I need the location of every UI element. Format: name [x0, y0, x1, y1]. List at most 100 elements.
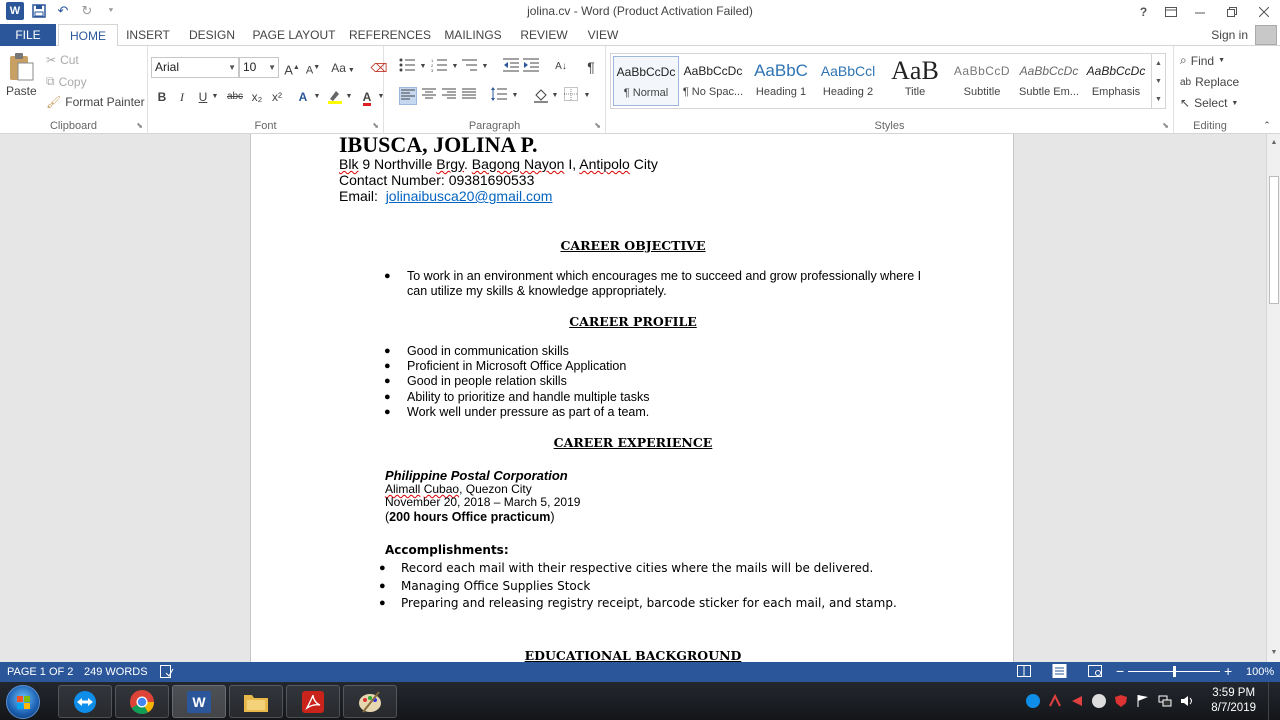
increase-indent-icon[interactable]	[522, 58, 540, 76]
zoom-slider-thumb[interactable]	[1173, 666, 1176, 677]
redo-icon[interactable]: ↻	[78, 2, 96, 20]
taskbar-app-explorer[interactable]	[229, 685, 283, 718]
multilevel-dropdown-icon[interactable]: ▼	[476, 58, 494, 76]
taskbar-app-teamviewer[interactable]	[58, 685, 112, 718]
bold-button[interactable]: B	[153, 88, 171, 106]
tab-review[interactable]: REVIEW	[514, 24, 574, 46]
restore-icon[interactable]	[1216, 0, 1248, 24]
network-icon[interactable]	[1158, 694, 1172, 708]
sort-icon[interactable]: A↓	[552, 58, 570, 76]
gallery-down-icon[interactable]: ▼	[1155, 78, 1162, 85]
tab-design[interactable]: DESIGN	[184, 24, 240, 46]
show-desktop-button[interactable]	[1268, 682, 1280, 720]
web-layout-icon[interactable]	[1088, 665, 1102, 680]
underline-dropdown-icon[interactable]: ▼	[206, 88, 224, 106]
style-normal[interactable]: AaBbCcDc ¶ Normal	[613, 56, 679, 106]
style-title[interactable]: AaB Title	[882, 56, 948, 106]
page-count[interactable]: PAGE 1 OF 2	[7, 666, 73, 678]
print-layout-icon[interactable]	[1052, 664, 1068, 681]
style-heading-1[interactable]: AaBbC Heading 1	[748, 56, 814, 106]
tab-mailings[interactable]: MAILINGS	[440, 24, 506, 46]
tab-view[interactable]: VIEW	[580, 24, 626, 46]
strikethrough-button[interactable]: abc	[224, 88, 246, 106]
grow-font-button[interactable]: A▲	[283, 59, 301, 77]
text-effects-dropdown-icon[interactable]: ▼	[308, 88, 326, 106]
find-button[interactable]: ⌕ Find ▼	[1180, 53, 1225, 68]
tab-file[interactable]: FILE	[0, 24, 56, 46]
style-subtitle[interactable]: AaBbCcD Subtitle	[949, 56, 1015, 106]
font-name-dropdown-icon[interactable]: ▼	[228, 58, 236, 77]
align-left-icon[interactable]	[399, 87, 417, 105]
zoom-out-button[interactable]: −	[1116, 663, 1124, 679]
avatar[interactable]	[1255, 25, 1277, 45]
start-button[interactable]	[6, 685, 40, 719]
copy-button[interactable]: ⧉ Copy	[46, 74, 87, 89]
word-count[interactable]: 249 WORDS	[84, 666, 148, 678]
font-size-box[interactable]: 10 ▼	[239, 57, 279, 78]
gallery-up-icon[interactable]: ▲	[1155, 60, 1162, 67]
show-formatting-marks-icon[interactable]: ¶	[582, 58, 600, 76]
format-painter-button[interactable]: 🖌 Format Painter	[46, 95, 145, 109]
superscript-button[interactable]: x²	[268, 88, 286, 106]
replace-button[interactable]: ab Replace	[1180, 75, 1239, 89]
collapse-ribbon-icon[interactable]: ⌃	[1258, 116, 1276, 134]
ribbon-display-options-icon[interactable]	[1157, 0, 1184, 24]
taskbar-app-acrobat[interactable]	[286, 685, 340, 718]
help-button[interactable]: ?	[1130, 0, 1157, 24]
taskbar-app-chrome[interactable]	[115, 685, 169, 718]
style-emphasis[interactable]: AaBbCcDc Emphasis	[1083, 56, 1149, 106]
tray-arrow-icon[interactable]	[1070, 694, 1084, 708]
cut-button[interactable]: ✂ Cut	[46, 53, 79, 67]
shrink-font-button[interactable]: A▼	[304, 59, 322, 77]
font-name-box[interactable]: Arial ▼	[151, 57, 239, 78]
email-link[interactable]: jolinaibusca20@gmail.com	[386, 188, 553, 204]
sign-in-link[interactable]: Sign in	[1211, 28, 1248, 42]
undo-icon[interactable]: ↶	[54, 2, 72, 20]
italic-button[interactable]: I	[173, 88, 191, 106]
taskbar-app-paint[interactable]	[343, 685, 397, 718]
styles-launcher-icon[interactable]: ⬊	[1162, 121, 1169, 130]
subscript-button[interactable]: x₂	[248, 88, 266, 106]
line-spacing-dropdown-icon[interactable]: ▼	[506, 87, 524, 105]
teamviewer-tray-icon[interactable]	[1026, 694, 1040, 708]
change-case-button[interactable]: Aa ▼	[330, 59, 356, 77]
vertical-scrollbar[interactable]: ▲ ▼	[1266, 134, 1280, 662]
scroll-up-icon[interactable]: ▲	[1267, 136, 1280, 150]
style-heading-2[interactable]: AaBbCcl Heading 2	[815, 56, 881, 106]
paragraph-launcher-icon[interactable]: ⬊	[594, 121, 601, 130]
tab-insert[interactable]: INSERT	[120, 24, 176, 46]
decrease-indent-icon[interactable]	[502, 58, 520, 76]
align-right-icon[interactable]	[440, 87, 458, 105]
customize-qat-icon[interactable]: ⯆	[102, 2, 120, 20]
network-tools-icon[interactable]	[1048, 693, 1062, 708]
style-no-spacing[interactable]: AaBbCcDc ¶ No Spac...	[680, 56, 746, 106]
paste-button[interactable]: Paste	[6, 52, 37, 98]
save-icon[interactable]	[30, 2, 48, 20]
font-launcher-icon[interactable]: ⬊	[372, 121, 379, 130]
action-center-flag-icon[interactable]	[1136, 694, 1150, 708]
font-size-dropdown-icon[interactable]: ▼	[268, 58, 276, 77]
document-page[interactable]: IBUSCA, JOLINA P. Blk 9 Northville Brgy.…	[250, 134, 1014, 662]
globe-icon[interactable]	[1092, 694, 1106, 708]
minimize-icon[interactable]	[1184, 0, 1216, 24]
volume-icon[interactable]	[1180, 694, 1194, 708]
align-center-icon[interactable]	[420, 87, 438, 105]
gallery-more-icon[interactable]: ▼	[1155, 96, 1162, 103]
justify-icon[interactable]	[460, 87, 478, 105]
system-clock[interactable]: 3:59 PM 8/7/2019	[1211, 686, 1256, 716]
proofing-icon[interactable]	[160, 665, 174, 681]
scroll-down-icon[interactable]: ▼	[1267, 646, 1280, 660]
borders-dropdown-icon[interactable]: ▼	[578, 87, 596, 105]
zoom-in-button[interactable]: +	[1224, 663, 1232, 679]
scroll-thumb[interactable]	[1269, 176, 1279, 304]
read-mode-icon[interactable]	[1017, 665, 1031, 680]
security-shield-icon[interactable]	[1114, 694, 1128, 708]
taskbar-app-word[interactable]: W	[172, 685, 226, 718]
zoom-level[interactable]: 100%	[1246, 666, 1274, 678]
tab-home[interactable]: HOME	[58, 24, 118, 47]
highlight-dropdown-icon[interactable]: ▼	[340, 88, 358, 106]
styles-gallery-scroll[interactable]: ▲ ▼ ▼	[1151, 54, 1165, 108]
tab-page-layout[interactable]: PAGE LAYOUT	[248, 24, 340, 46]
clipboard-launcher-icon[interactable]: ⬊	[136, 121, 143, 130]
style-subtle-emphasis[interactable]: AaBbCcDc Subtle Em...	[1016, 56, 1082, 106]
